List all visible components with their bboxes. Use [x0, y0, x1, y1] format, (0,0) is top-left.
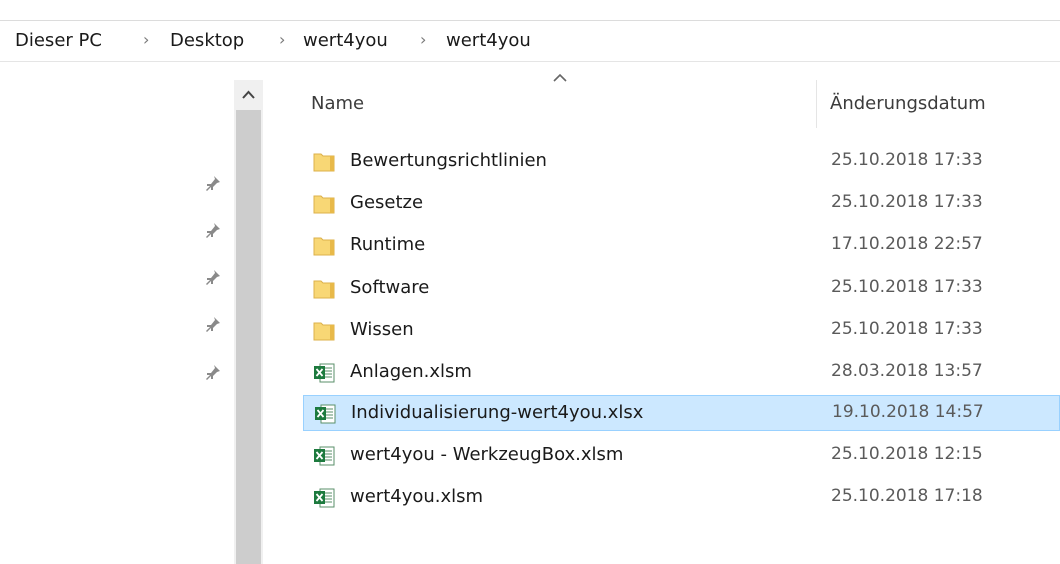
excel-file-icon [312, 444, 336, 468]
breadcrumb-item-this-pc[interactable]: Dieser PC [15, 30, 102, 51]
file-name: Software [350, 277, 430, 298]
breadcrumb-item-desktop[interactable]: Desktop [170, 30, 244, 51]
folder-icon [312, 234, 336, 258]
file-row-individualisierung[interactable]: Individualisierung-wert4you.xlsx 19.10.2… [303, 395, 1060, 431]
file-date: 19.10.2018 14:57 [832, 402, 984, 422]
sort-ascending-icon [553, 73, 567, 82]
column-divider[interactable] [816, 80, 817, 128]
breadcrumb: Dieser PC › Desktop › wert4you › wert4yo… [0, 21, 1060, 62]
pin-icon[interactable] [205, 364, 221, 382]
file-row-werkzeugbox[interactable]: wert4you - WerkzeugBox.xlsm 25.10.2018 1… [303, 438, 1060, 474]
file-date: 17.10.2018 22:57 [831, 234, 983, 254]
file-date: 25.10.2018 17:33 [831, 319, 983, 339]
file-date: 25.10.2018 12:15 [831, 444, 983, 464]
scroll-thumb[interactable] [236, 110, 261, 564]
file-name: Anlagen.xlsm [350, 361, 472, 382]
breadcrumb-chevron-icon[interactable]: › [279, 30, 285, 49]
pin-icon[interactable] [205, 316, 221, 334]
file-row-software[interactable]: Software 25.10.2018 17:33 [303, 271, 1060, 307]
file-name: wert4you.xlsm [350, 486, 484, 507]
file-name: Wissen [350, 319, 414, 340]
pin-icon[interactable] [205, 175, 221, 193]
file-row-runtime[interactable]: Runtime 17.10.2018 22:57 [303, 228, 1060, 264]
file-date: 25.10.2018 17:33 [831, 192, 983, 212]
file-date: 25.10.2018 17:33 [831, 150, 983, 170]
file-row-gesetze[interactable]: Gesetze 25.10.2018 17:33 [303, 186, 1060, 222]
excel-file-icon [312, 486, 336, 510]
breadcrumb-item-wert4you-current[interactable]: wert4you [446, 30, 531, 51]
file-date: 28.03.2018 13:57 [831, 361, 983, 381]
file-name: Gesetze [350, 192, 424, 213]
excel-file-icon [313, 402, 337, 426]
navigation-pane [0, 62, 234, 564]
column-header-date[interactable]: Änderungsdatum [830, 93, 986, 114]
file-row-bewertungsrichtlinien[interactable]: Bewertungsrichtlinien 25.10.2018 17:33 [303, 144, 1060, 180]
file-row-wert4you[interactable]: wert4you.xlsm 25.10.2018 17:18 [303, 480, 1060, 516]
pin-icon[interactable] [205, 269, 221, 287]
file-name: Individualisierung-wert4you.xlsx [351, 402, 644, 423]
file-date: 25.10.2018 17:18 [831, 486, 983, 506]
pin-icon[interactable] [205, 222, 221, 240]
file-row-anlagen[interactable]: Anlagen.xlsm 28.03.2018 13:57 [303, 355, 1060, 391]
folder-icon [312, 150, 336, 174]
file-name: wert4you - WerkzeugBox.xlsm [350, 444, 624, 465]
file-list: Name Änderungsdatum Bewertungsrichtlinie… [263, 62, 1060, 564]
file-name: Runtime [350, 234, 426, 255]
excel-file-icon [312, 361, 336, 385]
nav-scrollbar[interactable] [234, 80, 263, 564]
folder-icon [312, 277, 336, 301]
toolbar-strip [0, 0, 1060, 21]
folder-icon [312, 192, 336, 216]
breadcrumb-chevron-icon[interactable]: › [143, 30, 149, 49]
file-date: 25.10.2018 17:33 [831, 277, 983, 297]
file-name: Bewertungsrichtlinien [350, 150, 547, 171]
column-header-name[interactable]: Name [311, 93, 364, 114]
chevron-up-icon [242, 90, 255, 99]
file-row-wissen[interactable]: Wissen 25.10.2018 17:33 [303, 313, 1060, 349]
scroll-up-button[interactable] [234, 80, 263, 110]
breadcrumb-item-wert4you[interactable]: wert4you [303, 30, 388, 51]
folder-icon [312, 319, 336, 343]
breadcrumb-chevron-icon[interactable]: › [420, 30, 426, 49]
